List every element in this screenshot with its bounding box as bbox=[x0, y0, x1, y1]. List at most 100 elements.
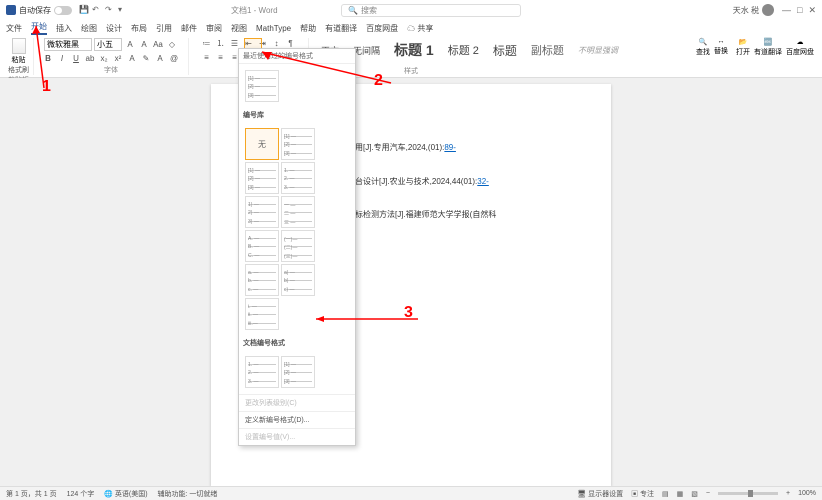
replace-button[interactable]: ↔替换 bbox=[714, 38, 728, 57]
zoom-out-icon[interactable]: − bbox=[706, 490, 710, 497]
numbering-option[interactable]: 1. —2. —3. — bbox=[281, 162, 315, 194]
minimize-button[interactable]: — bbox=[782, 5, 791, 16]
undo-icon[interactable]: ↶ bbox=[92, 5, 102, 15]
view-web-icon[interactable]: ▧ bbox=[691, 490, 698, 498]
view-print-icon[interactable]: ▤ bbox=[662, 490, 669, 498]
document-canvas[interactable]: 人视觉检测在汽车焊装中的应用[J].专用汽车,2024,(01):89- 26.… bbox=[0, 78, 822, 486]
zoom-slider[interactable] bbox=[718, 492, 778, 495]
numbering-option[interactable]: [1] —[2] —[3] — bbox=[281, 128, 315, 160]
editing-group: 🔍查找 ↔替换 bbox=[692, 38, 732, 57]
tab-file[interactable]: 文件 bbox=[6, 23, 22, 34]
tab-view[interactable]: 视图 bbox=[231, 23, 247, 34]
dropdown-header: 最近使用过的编号格式 bbox=[239, 49, 355, 64]
page-indicator[interactable]: 第 1 页，共 1 页 bbox=[6, 489, 57, 499]
numbering-option[interactable]: 1) —2) —3) — bbox=[245, 196, 279, 228]
numbering-icon[interactable]: ⒈ bbox=[215, 38, 227, 50]
zoom-in-icon[interactable]: + bbox=[786, 490, 790, 497]
numbering-option[interactable]: A. —B. —C. — bbox=[245, 230, 279, 262]
numbering-option[interactable]: [1] —[2] —[3] — bbox=[281, 356, 315, 388]
ribbon: 粘贴 格式刷 剪贴板 微软雅黑 小五 A A Aa ◇ B I U ab x₂ … bbox=[0, 36, 822, 78]
italic-icon[interactable]: I bbox=[56, 53, 68, 65]
tab-design[interactable]: 设计 bbox=[106, 23, 122, 34]
paste-button[interactable]: 粘贴 bbox=[12, 38, 26, 65]
hyperlink[interactable]: 32- bbox=[477, 177, 489, 186]
zoom-level[interactable]: 100% bbox=[798, 490, 816, 497]
numbering-option-none[interactable]: 无 bbox=[245, 128, 279, 160]
tab-layout[interactable]: 布局 bbox=[131, 23, 147, 34]
accessibility-indicator[interactable]: 辅助功能: 一切就绪 bbox=[158, 489, 218, 499]
open-icon: 📂 bbox=[739, 38, 748, 46]
search-box[interactable]: 🔍 搜索 bbox=[341, 4, 521, 17]
bold-icon[interactable]: B bbox=[42, 53, 54, 65]
word-app-icon bbox=[6, 5, 16, 15]
display-settings[interactable]: 🖥 显示器设置 bbox=[577, 489, 623, 499]
define-new-format-item[interactable]: 定义新编号格式(D)... bbox=[239, 411, 355, 428]
find-button[interactable]: 🔍查找 bbox=[696, 38, 710, 57]
change-case-icon[interactable]: Aa bbox=[152, 39, 164, 51]
numbering-option[interactable]: 一 —二 —三 — bbox=[281, 196, 315, 228]
numbering-option-recent[interactable]: [1] —[2] —[3] — bbox=[245, 70, 279, 102]
numbering-option[interactable]: a) —b) —c) — bbox=[281, 264, 315, 296]
baidu-button[interactable]: ☁百度网盘 bbox=[786, 38, 814, 57]
language-indicator[interactable]: 🌐 英语(美国) bbox=[104, 489, 147, 499]
save-icon[interactable]: 💾 bbox=[79, 5, 89, 15]
font-color-icon[interactable]: A bbox=[154, 53, 166, 65]
subscript-icon[interactable]: x₂ bbox=[98, 53, 110, 65]
tab-home[interactable]: 开始 bbox=[31, 21, 47, 35]
font-size-select[interactable]: 小五 bbox=[94, 38, 122, 51]
search-placeholder: 搜索 bbox=[361, 5, 377, 16]
word-count[interactable]: 124 个字 bbox=[67, 489, 95, 499]
style-subtle-emphasis[interactable]: 不明显强调 bbox=[574, 43, 622, 58]
tab-mathtype[interactable]: MathType bbox=[256, 24, 291, 33]
clear-format-icon[interactable]: ◇ bbox=[166, 39, 178, 51]
hyperlink[interactable]: 89- bbox=[444, 143, 456, 152]
numbering-option[interactable]: a. —b. —c. — bbox=[245, 264, 279, 296]
bullets-icon[interactable]: ≔ bbox=[201, 38, 213, 50]
tab-mailings[interactable]: 邮件 bbox=[181, 23, 197, 34]
format-painter-button[interactable]: 格式刷 bbox=[8, 65, 29, 75]
close-button[interactable]: ✕ bbox=[808, 5, 816, 16]
font-group: 微软雅黑 小五 A A Aa ◇ B I U ab x₂ x² A ✎ A @ … bbox=[34, 38, 189, 75]
text-effects-icon[interactable]: A bbox=[126, 53, 138, 65]
grow-font-icon[interactable]: A bbox=[124, 39, 136, 51]
redo-icon[interactable]: ↷ bbox=[105, 5, 115, 15]
shrink-font-icon[interactable]: A bbox=[138, 39, 150, 51]
focus-mode[interactable]: ▣ 专注 bbox=[631, 489, 654, 499]
strike-icon[interactable]: ab bbox=[84, 53, 96, 65]
user-account[interactable]: 天水 税 bbox=[733, 4, 774, 16]
align-left-icon[interactable]: ≡ bbox=[201, 52, 213, 64]
view-read-icon[interactable]: ▦ bbox=[677, 490, 684, 498]
tab-review[interactable]: 审阅 bbox=[206, 23, 222, 34]
numbering-option[interactable]: (一)—(二)—(三)— bbox=[281, 230, 315, 262]
char-border-icon[interactable]: @ bbox=[168, 53, 180, 65]
tab-references[interactable]: 引用 bbox=[156, 23, 172, 34]
style-heading1[interactable]: 标题 1 bbox=[390, 38, 438, 62]
numbering-option[interactable]: [1] —[2] —[3] — bbox=[245, 162, 279, 194]
title-bar: 自动保存 💾 ↶ ↷ ▾ 文档1 - Word 🔍 搜索 天水 税 — □ ✕ bbox=[0, 0, 822, 20]
qat-more-icon[interactable]: ▾ bbox=[118, 5, 128, 15]
font-name-select[interactable]: 微软雅黑 bbox=[44, 38, 92, 51]
superscript-icon[interactable]: x² bbox=[112, 53, 124, 65]
replace-icon: ↔ bbox=[718, 38, 725, 45]
numbering-option[interactable]: 1. —2. —3. — bbox=[245, 356, 279, 388]
maximize-button[interactable]: □ bbox=[797, 5, 802, 16]
share-button[interactable]: ☁ 共享 bbox=[407, 23, 433, 34]
style-subtitle[interactable]: 副标题 bbox=[527, 40, 568, 60]
user-name: 天水 税 bbox=[733, 5, 759, 16]
style-heading2[interactable]: 标题 2 bbox=[444, 40, 483, 60]
youdao-button[interactable]: 🔤有道翻译 bbox=[754, 38, 782, 57]
style-title[interactable]: 标题 bbox=[489, 40, 521, 61]
autosave-toggle[interactable] bbox=[54, 6, 72, 15]
align-center-icon[interactable]: ≡ bbox=[215, 52, 227, 64]
tab-youdao[interactable]: 有道翻译 bbox=[325, 23, 357, 34]
highlight-icon[interactable]: ✎ bbox=[140, 53, 152, 65]
numbering-option[interactable]: i. —ii. —iii.— bbox=[245, 298, 279, 330]
open-button[interactable]: 📂打开 bbox=[736, 38, 750, 57]
autosave-label: 自动保存 bbox=[19, 5, 51, 16]
tab-insert[interactable]: 插入 bbox=[56, 23, 72, 34]
doc-format-title: 文档编号格式 bbox=[239, 336, 355, 350]
underline-icon[interactable]: U bbox=[70, 53, 82, 65]
tab-help[interactable]: 帮助 bbox=[300, 23, 316, 34]
tab-draw[interactable]: 绘图 bbox=[81, 23, 97, 34]
tab-baidu[interactable]: 百度网盘 bbox=[366, 23, 398, 34]
